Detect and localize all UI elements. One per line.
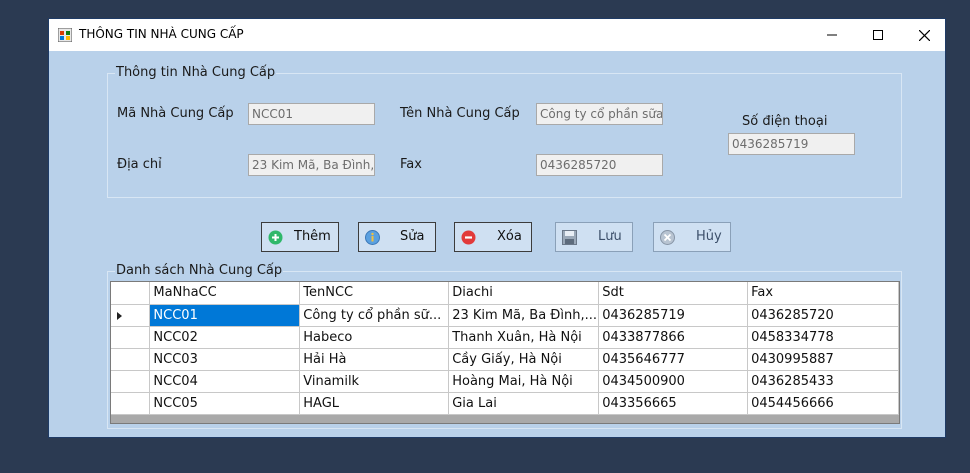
minus-circle-icon (461, 230, 476, 245)
row-header[interactable] (111, 326, 151, 349)
title-bar[interactable]: THÔNG TIN NHÀ CUNG CẤP (49, 19, 945, 51)
table-cell[interactable]: 043356665 (598, 392, 749, 415)
table-cell[interactable]: 0433877866 (598, 326, 749, 349)
table-cell[interactable]: HAGL (299, 392, 450, 415)
diachi-label: Địa chỉ (117, 157, 162, 172)
xoa-label: Xóa (497, 229, 522, 244)
them-label: Thêm (294, 229, 331, 244)
sdt-field[interactable]: 0436285719 (728, 133, 855, 155)
supplier-table: MaNhaCC TenNCC Diachi Sdt Fax NCC01 Công… (111, 282, 899, 415)
minimize-button[interactable] (809, 19, 855, 51)
maximize-button[interactable] (855, 19, 901, 51)
info-group-label: Thông tin Nhà Cung Cấp (115, 65, 277, 80)
window-title: THÔNG TIN NHÀ CUNG CẤP (79, 27, 244, 41)
table-cell[interactable]: 23 Kim Mã, Ba Đình,... (448, 304, 600, 327)
table-cell[interactable]: 0430995887 (747, 348, 899, 371)
table-cell[interactable]: NCC05 (149, 392, 301, 415)
huy-button[interactable]: Hủy (653, 222, 731, 252)
column-header[interactable]: MaNhaCC (149, 282, 301, 305)
table-cell[interactable]: Hoàng Mai, Hà Nội (448, 370, 600, 393)
save-icon (562, 230, 577, 245)
ma-label: Mã Nhà Cung Cấp (117, 106, 234, 121)
table-row[interactable]: NCC05 HAGL Gia Lai 043356665 0454456666 (111, 392, 899, 415)
table-cell[interactable]: Cầy Giấy, Hà Nội (448, 348, 600, 371)
table-cell[interactable]: 0458334778 (747, 326, 899, 349)
fax-field[interactable]: 0436285720 (536, 154, 663, 176)
table-cell[interactable]: 0436285720 (747, 304, 899, 327)
diachi-field[interactable]: 23 Kim Mã, Ba Đình, Hà Nội (248, 154, 375, 176)
luu-button[interactable]: Lưu (555, 222, 633, 252)
list-group-label: Danh sách Nhà Cung Cấp (115, 263, 284, 278)
info-icon (365, 230, 380, 245)
table-cell[interactable]: NCC03 (149, 348, 301, 371)
table-cell[interactable]: Thanh Xuân, Hà Nội (448, 326, 600, 349)
fax-label: Fax (400, 157, 422, 172)
column-header[interactable]: TenNCC (299, 282, 450, 305)
table-cell[interactable]: NCC01 (149, 304, 301, 327)
huy-label: Hủy (696, 229, 722, 244)
maximize-icon (873, 30, 883, 40)
table-cell[interactable]: 0454456666 (747, 392, 899, 415)
main-window: THÔNG TIN NHÀ CUNG CẤP Thông tin Nhà Cun… (48, 18, 946, 438)
close-icon (918, 29, 930, 41)
plus-circle-icon (268, 230, 283, 245)
table-cell[interactable]: Công ty cổ phần sữ... (299, 304, 450, 327)
header-row: MaNhaCC TenNCC Diachi Sdt Fax (111, 282, 899, 305)
row-header[interactable] (111, 392, 151, 415)
table-cell[interactable]: NCC04 (149, 370, 301, 393)
column-header[interactable]: Diachi (448, 282, 600, 305)
table-cell[interactable]: Gia Lai (448, 392, 600, 415)
table-cell[interactable]: 0436285433 (747, 370, 899, 393)
corner-header (111, 282, 151, 305)
table-cell[interactable]: NCC02 (149, 326, 301, 349)
ma-field[interactable]: NCC01 (248, 103, 375, 125)
supplier-grid[interactable]: MaNhaCC TenNCC Diachi Sdt Fax NCC01 Công… (110, 281, 900, 424)
table-row[interactable]: NCC01 Công ty cổ phần sữ... 23 Kim Mã, B… (111, 304, 899, 327)
table-cell[interactable]: 0435646777 (598, 348, 749, 371)
column-header[interactable]: Sdt (598, 282, 749, 305)
sua-button[interactable]: Sửa (358, 222, 436, 252)
table-row[interactable]: NCC04 Vinamilk Hoàng Mai, Hà Nội 0434500… (111, 370, 899, 393)
sua-label: Sửa (400, 229, 425, 244)
app-icon (58, 28, 72, 42)
table-cell[interactable]: Vinamilk (299, 370, 450, 393)
row-header[interactable] (111, 304, 151, 327)
table-cell[interactable]: Habeco (299, 326, 450, 349)
current-row-arrow-icon (117, 311, 122, 320)
column-header[interactable]: Fax (747, 282, 899, 305)
luu-label: Lưu (598, 229, 622, 244)
table-cell[interactable]: 0436285719 (598, 304, 749, 327)
row-header[interactable] (111, 348, 151, 371)
row-header[interactable] (111, 370, 151, 393)
table-row[interactable]: NCC02 Habeco Thanh Xuân, Hà Nội 04338778… (111, 326, 899, 349)
sdt-label: Số điện thoại (742, 114, 828, 129)
close-button[interactable] (901, 19, 947, 51)
ten-label: Tên Nhà Cung Cấp (400, 106, 520, 121)
minimize-icon (827, 34, 837, 36)
table-row[interactable]: NCC03 Hải Hà Cầy Giấy, Hà Nội 0435646777… (111, 348, 899, 371)
ten-field[interactable]: Công ty cổ phần sữa (536, 103, 663, 125)
cancel-icon (660, 230, 675, 245)
them-button[interactable]: Thêm (261, 222, 339, 252)
table-cell[interactable]: 0434500900 (598, 370, 749, 393)
table-cell[interactable]: Hải Hà (299, 348, 450, 371)
xoa-button[interactable]: Xóa (454, 222, 532, 252)
